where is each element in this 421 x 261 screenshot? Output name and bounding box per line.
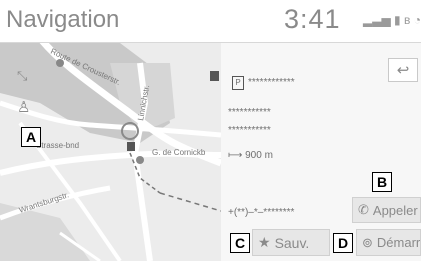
save-button[interactable]: ★ Sauv. xyxy=(252,229,330,256)
phone-icon: ✆ xyxy=(358,202,369,217)
bluetooth-icon: ʙ xyxy=(403,13,411,27)
svg-text:G. de Cornickb: G. de Cornickb xyxy=(152,148,206,157)
back-button[interactable]: ↩ xyxy=(388,58,418,82)
clock: 3:41 xyxy=(284,4,341,34)
wifi-icon: ◔ xyxy=(413,13,421,27)
screen-title: Navigation xyxy=(6,6,120,33)
pedestrian-icon[interactable]: ♙ xyxy=(17,98,30,116)
navigation-screen: Navigation 3:41 ▂▃▅ ▮ ʙ ◔ Route de Crous… xyxy=(0,0,421,261)
address-line-2: *********** xyxy=(228,125,271,136)
callout-d: D xyxy=(333,233,353,253)
callout-b: B xyxy=(372,172,392,192)
zoom-expand-icon[interactable]: ⤡ xyxy=(17,68,27,84)
poi-name: P ************ xyxy=(232,76,295,90)
poi-name-text: ************ xyxy=(248,77,295,88)
start-label: Démarre xyxy=(376,235,421,250)
address-line-1: *********** xyxy=(228,107,271,118)
call-button[interactable]: ✆ Appeler xyxy=(352,197,421,223)
battery-icon: ▮ xyxy=(394,13,401,27)
svg-text:Wrantsburgstr.: Wrantsburgstr. xyxy=(18,190,70,215)
navigate-icon: ⊚ xyxy=(362,234,373,250)
call-label: Appeler xyxy=(372,202,418,218)
distance: ⟼ 900 m xyxy=(228,150,273,161)
map-view[interactable]: Route de Crousterstr. Strasse-bnd Linnic… xyxy=(0,43,221,261)
parking-icon: P xyxy=(232,76,244,90)
start-button[interactable]: ⊚ Démarre xyxy=(356,229,421,256)
distance-value: 900 m xyxy=(245,150,273,161)
svg-text:Strasse-bnd: Strasse-bnd xyxy=(36,141,79,150)
phone-number: +(**)–*–******** xyxy=(228,207,295,218)
callout-a: A xyxy=(21,127,41,147)
callout-c: C xyxy=(230,233,250,253)
header-bar: Navigation 3:41 ▂▃▅ ▮ ʙ ◔ xyxy=(0,0,421,43)
star-icon: ★ xyxy=(258,234,271,250)
save-label: Sauv. xyxy=(274,234,310,251)
signal-icon: ▂▃▅ xyxy=(363,13,391,27)
status-icons: ▂▃▅ ▮ ʙ ◔ xyxy=(363,13,421,27)
distance-icon: ⟼ xyxy=(228,150,243,161)
